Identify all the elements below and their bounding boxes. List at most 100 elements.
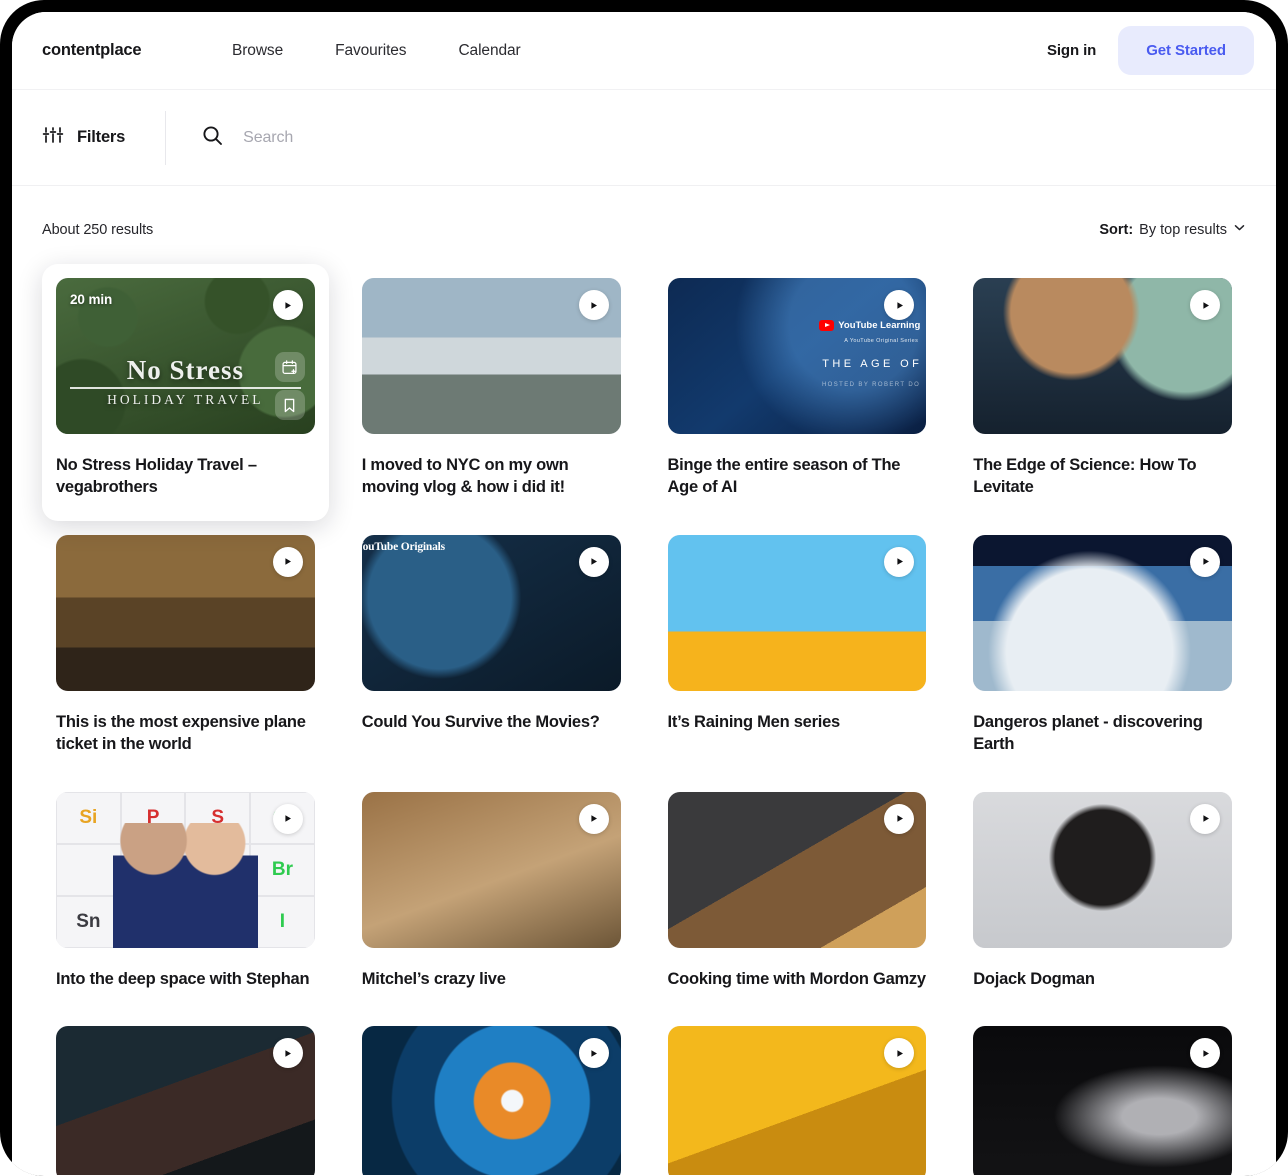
age-of-ai-overlay-title: THE AGE OF: [822, 358, 923, 370]
video-card-title[interactable]: Cooking time with Mordon Gamzy: [668, 968, 927, 990]
video-card-title[interactable]: Could You Survive the Movies?: [362, 711, 621, 733]
filter-search-bar: Filters: [12, 90, 1276, 186]
play-icon[interactable]: [578, 546, 609, 577]
nav-link-browse[interactable]: Browse: [232, 42, 283, 60]
video-card-title[interactable]: This is the most expensive plane ticket …: [56, 711, 315, 756]
video-card[interactable]: YouTube Learning A YouTube Original Serie…: [654, 264, 941, 521]
youtube-learning-badge: YouTube Learning: [819, 320, 920, 331]
periodic-element-cell: Sn: [56, 895, 121, 948]
video-card[interactable]: [42, 1012, 329, 1175]
nav-link-calendar[interactable]: Calendar: [458, 42, 520, 60]
video-thumbnail[interactable]: [667, 1026, 927, 1175]
video-thumbnail[interactable]: [667, 534, 927, 691]
video-card[interactable]: [348, 1012, 635, 1175]
video-thumbnail[interactable]: [56, 534, 315, 691]
app-viewport: contentplace Browse Favourites Calendar …: [12, 12, 1276, 1176]
play-icon[interactable]: [1190, 1038, 1220, 1069]
video-card[interactable]: Dojack Dogman: [959, 778, 1246, 1012]
sort-label: Sort:: [1099, 222, 1134, 238]
video-card[interactable]: Dangeros planet - discovering Earth: [959, 521, 1246, 778]
video-card-title[interactable]: Dojack Dogman: [973, 968, 1232, 990]
video-thumbnail[interactable]: [973, 534, 1232, 691]
play-icon[interactable]: [578, 290, 609, 320]
video-card[interactable]: [654, 1012, 941, 1175]
video-thumbnail[interactable]: [973, 278, 1232, 434]
video-thumbnail[interactable]: [973, 791, 1232, 948]
video-card[interactable]: [959, 1012, 1246, 1175]
video-card[interactable]: The Edge of Science: How To Levitate: [959, 264, 1246, 521]
sign-in-link[interactable]: Sign in: [1047, 42, 1096, 59]
video-thumbnail[interactable]: [361, 791, 621, 948]
video-thumbnail[interactable]: [361, 1026, 621, 1175]
play-icon[interactable]: [272, 546, 303, 577]
play-icon[interactable]: [272, 290, 303, 320]
duration-badge: 20 min: [70, 292, 113, 307]
calendar-add-icon[interactable]: [274, 352, 305, 382]
original-series-label: A YouTube Original Series: [844, 338, 919, 344]
top-navigation-bar: contentplace Browse Favourites Calendar …: [12, 12, 1276, 90]
periodic-element-cell: [56, 843, 121, 896]
video-card[interactable]: YouTube Originals Could You Survive the M…: [348, 521, 635, 778]
periodic-element-cell: Si: [56, 791, 121, 844]
play-icon[interactable]: [884, 546, 915, 577]
youtube-learning-label: YouTube Learning: [838, 320, 921, 331]
play-icon[interactable]: [884, 803, 915, 834]
brand-logo[interactable]: contentplace: [42, 41, 232, 60]
sort-value: By top results: [1139, 222, 1227, 238]
video-thumbnail[interactable]: SiPSClGeBrSnI: [56, 791, 315, 948]
play-icon[interactable]: [578, 1038, 609, 1069]
content-area: About 250 results Sort: By top results N…: [12, 186, 1276, 1175]
age-of-ai-host-label: HOSTED BY ROBERT DO: [821, 382, 921, 388]
filters-label: Filters: [77, 128, 126, 146]
video-thumbnail[interactable]: No Stress HOLIDAY TRAVEL 20 min: [56, 278, 315, 434]
video-card-title[interactable]: The Edge of Science: How To Levitate: [973, 454, 1232, 499]
video-card[interactable]: I moved to NYC on my own moving vlog & h…: [348, 264, 635, 521]
play-icon[interactable]: [1190, 546, 1220, 577]
results-count: About 250 results: [42, 222, 154, 238]
video-card-title[interactable]: Into the deep space with Stephan: [56, 968, 315, 990]
video-card[interactable]: Mitchel’s crazy live: [348, 778, 635, 1012]
play-icon[interactable]: [1190, 803, 1220, 834]
video-card[interactable]: This is the most expensive plane ticket …: [42, 521, 329, 778]
video-card-title[interactable]: Binge the entire season of The Age of AI: [668, 454, 927, 499]
nav-actions: Sign in Get Started: [1047, 26, 1254, 75]
search-input[interactable]: [243, 128, 664, 147]
play-icon[interactable]: [272, 1038, 303, 1069]
video-card-title[interactable]: Dangeros planet - discovering Earth: [973, 711, 1232, 756]
device-frame: contentplace Browse Favourites Calendar …: [0, 0, 1288, 1176]
filters-button[interactable]: Filters: [42, 124, 165, 151]
chevron-down-icon: [1233, 221, 1246, 239]
video-thumbnail[interactable]: YouTube Originals: [361, 534, 621, 691]
video-thumbnail[interactable]: [667, 791, 927, 948]
video-card-title[interactable]: Mitchel’s crazy live: [362, 968, 621, 990]
play-icon[interactable]: [272, 803, 303, 834]
video-thumbnail[interactable]: [361, 278, 621, 434]
video-thumbnail[interactable]: [973, 1026, 1232, 1175]
video-card[interactable]: It’s Raining Men series: [654, 521, 941, 778]
thumbnail-actions: [274, 352, 305, 420]
video-thumbnail[interactable]: [56, 1026, 315, 1175]
search-icon[interactable]: [202, 125, 223, 151]
sort-dropdown[interactable]: Sort: By top results: [1099, 221, 1246, 239]
bookmark-icon[interactable]: [274, 390, 305, 420]
video-thumbnail[interactable]: YouTube Learning A YouTube Original Serie…: [667, 278, 927, 434]
nav-link-favourites[interactable]: Favourites: [335, 42, 406, 60]
video-card-grid: No Stress HOLIDAY TRAVEL 20 min No Stress H…: [42, 264, 1246, 1175]
video-card-title[interactable]: It’s Raining Men series: [668, 711, 927, 733]
search-group: [166, 125, 1276, 151]
video-card-title[interactable]: I moved to NYC on my own moving vlog & h…: [362, 454, 621, 499]
video-card[interactable]: Cooking time with Mordon Gamzy: [654, 778, 941, 1012]
thumbnail-people: [112, 822, 258, 948]
get-started-button[interactable]: Get Started: [1118, 26, 1254, 75]
play-icon[interactable]: [1190, 290, 1220, 320]
overlay-rule: [70, 387, 301, 389]
primary-nav: Browse Favourites Calendar: [232, 42, 521, 60]
periodic-element-cell: I: [250, 895, 315, 948]
results-bar: About 250 results Sort: By top results: [42, 186, 1246, 264]
video-card[interactable]: No Stress HOLIDAY TRAVEL 20 min No Stress H…: [42, 264, 329, 521]
video-card[interactable]: SiPSClGeBrSnIInto the deep space with St…: [42, 778, 329, 1012]
sliders-icon: [42, 124, 64, 151]
youtube-originals-badge: YouTube Originals: [361, 540, 445, 553]
play-icon[interactable]: [578, 803, 609, 834]
video-card-title[interactable]: No Stress Holiday Travel – vegabrothers: [56, 454, 315, 499]
